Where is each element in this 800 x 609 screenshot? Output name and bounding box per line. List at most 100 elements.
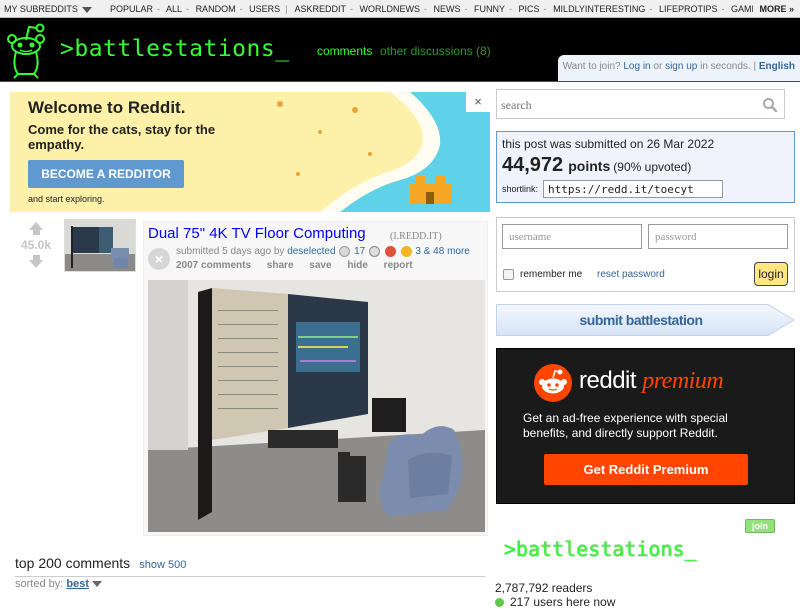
- submitted-date: this post was submitted on 26 Mar 2022: [502, 137, 715, 151]
- sr-link-mildlyinteresting[interactable]: MILDLYINTERESTING: [553, 4, 645, 14]
- get-premium-button[interactable]: Get Reddit Premium: [544, 454, 748, 485]
- post-thumbnail[interactable]: [64, 219, 136, 272]
- submit-link-label: submit battlestation: [579, 312, 703, 328]
- tab-comments[interactable]: comments: [317, 44, 372, 58]
- become-redditor-button[interactable]: BECOME A REDDITOR: [28, 160, 184, 188]
- submit-link-button[interactable]: submit battlestation: [496, 304, 795, 336]
- points-word: points: [568, 158, 611, 174]
- post-entry: Dual 75" 4K TV Floor Computing (I.REDD.I…: [143, 221, 488, 536]
- search-icon[interactable]: [762, 97, 778, 113]
- award-count-1: 17: [354, 246, 366, 258]
- language-link[interactable]: English: [759, 61, 795, 72]
- sr-link-funny[interactable]: FUNNY: [474, 4, 505, 14]
- post-domain[interactable]: (I.REDD.IT): [390, 231, 442, 242]
- brand-reddit: reddit: [579, 367, 637, 394]
- post-buttons: 2007 comments share save hide report: [176, 260, 426, 271]
- shortlink-label: shortlink:: [502, 184, 539, 194]
- close-banner-button[interactable]: ×: [466, 92, 490, 112]
- upvote-button[interactable]: [18, 222, 54, 235]
- welcome-subheading: Come for the cats, stay for the empathy.: [28, 122, 216, 152]
- reset-password-link[interactable]: reset password: [597, 269, 665, 280]
- award-gold-icon[interactable]: [400, 246, 412, 257]
- show-500-link[interactable]: show 500: [139, 559, 186, 571]
- password-field[interactable]: password: [648, 224, 788, 249]
- downvote-button[interactable]: [18, 255, 54, 268]
- hide-button[interactable]: hide: [347, 260, 368, 271]
- signup-suffix: in seconds.: [700, 61, 751, 72]
- reddit-logo-icon: [534, 364, 572, 402]
- tab-other-discussions[interactable]: other discussions (8): [380, 44, 491, 58]
- collapse-image-button[interactable]: ×: [148, 248, 170, 270]
- award-heart-icon[interactable]: [384, 246, 396, 257]
- comments-link[interactable]: 2007 comments: [176, 260, 251, 271]
- join-prompt: Want to join?: [562, 61, 621, 72]
- post-tagline: submitted 5 days ago by deselected 17 3 …: [176, 246, 470, 257]
- points-line: 44,972 points (90% upvoted): [502, 154, 691, 177]
- comments-title: top 200 comments: [15, 555, 131, 571]
- post-score: 45.0k: [20, 238, 52, 252]
- sorted-by-label: sorted by:: [15, 578, 64, 590]
- username-field[interactable]: username: [502, 224, 642, 249]
- online-text: 217 users here now: [510, 595, 616, 609]
- sort-menu: sorted by: best: [15, 578, 102, 590]
- upvote-percentage: (90% upvoted): [613, 160, 692, 174]
- post-author[interactable]: deselected: [287, 246, 335, 257]
- sort-value: best: [66, 578, 89, 590]
- close-icon: ×: [154, 251, 164, 267]
- save-button[interactable]: save: [309, 260, 331, 271]
- login-link[interactable]: Log in: [623, 61, 650, 72]
- award-count-2: 3: [415, 246, 421, 258]
- premium-brand: reddit premium: [579, 367, 724, 395]
- arrow-up-icon: [29, 222, 43, 230]
- sr-link-popular[interactable]: POPULAR: [110, 4, 153, 14]
- remember-me[interactable]: remember me: [503, 269, 582, 280]
- share-button[interactable]: share: [267, 260, 294, 271]
- tagline-prefix: submitted 5 days ago by: [176, 246, 285, 258]
- link-info-box: this post was submitted on 26 Mar 2022 4…: [496, 131, 795, 203]
- online-count: 217 users here now: [495, 595, 615, 609]
- report-button[interactable]: report: [384, 260, 413, 271]
- points-value: 44,972: [502, 154, 564, 176]
- remember-label: remember me: [520, 269, 583, 281]
- sr-link-worldnews[interactable]: WORLDNEWS: [359, 4, 420, 14]
- login-form: username password remember me reset pass…: [496, 217, 795, 292]
- signup-link[interactable]: sign up: [665, 61, 697, 72]
- post-title[interactable]: Dual 75" 4K TV Floor Computing: [148, 225, 366, 242]
- chevron-down-icon: [92, 581, 102, 588]
- reddit-alien-logo[interactable]: [4, 22, 48, 80]
- comments-header: top 200 comments show 500: [15, 555, 485, 577]
- premium-ad: reddit premium Get an ad-free experience…: [496, 348, 795, 504]
- award-wholesome-icon[interactable]: [369, 246, 381, 257]
- subreddit-title[interactable]: >battlestations_: [60, 36, 290, 62]
- sr-link-pics[interactable]: PICS: [519, 4, 540, 14]
- user-box: Want to join? Log in or sign up in secon…: [557, 55, 800, 81]
- login-button[interactable]: login: [754, 262, 788, 286]
- vote-column: 45.0k: [18, 222, 54, 268]
- join-button[interactable]: join: [745, 519, 775, 533]
- header: >battlestations_ comments other discussi…: [0, 18, 800, 82]
- shortlink-field[interactable]: https://redd.it/toecyt: [543, 180, 723, 198]
- arrow-down-icon: [29, 260, 43, 268]
- remember-checkbox[interactable]: [503, 269, 514, 280]
- my-subreddits-dropdown[interactable]: MY SUBREDDITS: [4, 4, 92, 14]
- sr-link-askreddit[interactable]: ASKREDDIT: [294, 4, 346, 14]
- sort-dropdown[interactable]: best: [66, 578, 102, 590]
- beach-illustration: [277, 92, 490, 212]
- subreddit-bar: MY SUBREDDITS POPULAR - ALL - RANDOM - USER…: [0, 0, 800, 18]
- search-input[interactable]: [501, 97, 751, 113]
- or-text: or: [653, 61, 663, 72]
- sr-link-news[interactable]: NEWS: [434, 4, 461, 14]
- sr-link-users[interactable]: USERS: [249, 4, 280, 14]
- sr-link-all[interactable]: ALL: [166, 4, 182, 14]
- brand-premium: premium: [642, 368, 724, 394]
- award-silver-icon[interactable]: [339, 246, 351, 257]
- chevron-down-icon: [81, 6, 92, 13]
- sr-link-lifeprotips[interactable]: LIFEPROTIPS: [659, 4, 718, 14]
- separator: |: [753, 61, 757, 72]
- sidebar-subreddit-title[interactable]: >battlestations_: [504, 537, 697, 561]
- awards-more-link[interactable]: & 48 more: [424, 246, 470, 257]
- sr-link-random[interactable]: RANDOM: [196, 4, 236, 14]
- more-subreddits-link[interactable]: MORE »: [753, 0, 800, 17]
- post-image[interactable]: [148, 280, 485, 532]
- welcome-heading: Welcome to Reddit.: [28, 98, 186, 117]
